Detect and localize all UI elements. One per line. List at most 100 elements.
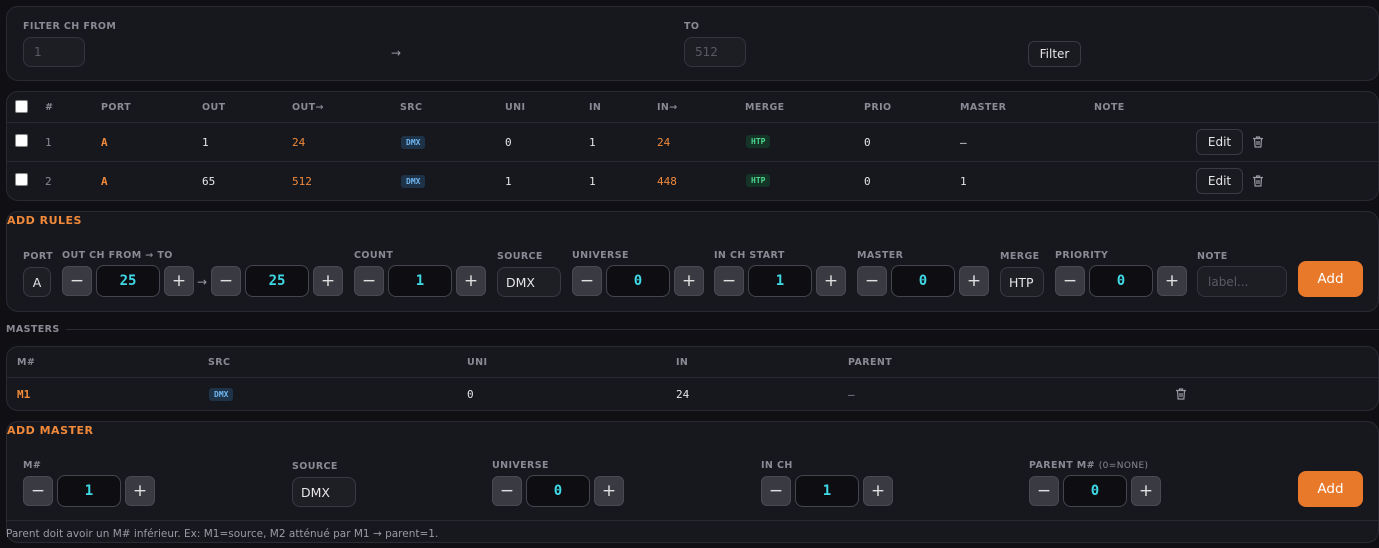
master-minus-button[interactable]: − <box>857 266 887 296</box>
merge-select[interactable]: HTP <box>1000 267 1044 297</box>
priority-plus-button[interactable]: + <box>1157 266 1187 296</box>
masters-section-label: MASTERS <box>6 324 60 335</box>
master-in-ch-plus-button[interactable]: + <box>863 476 893 506</box>
master-universe-minus-button[interactable]: − <box>492 476 522 506</box>
masters-col-uni: UNI <box>467 357 488 368</box>
master-source-select[interactable]: DMX <box>292 477 356 507</box>
row-2-merge-badge: HTP <box>746 174 771 187</box>
add-rules-panel <box>6 211 1379 312</box>
priority-minus-button[interactable]: − <box>1055 266 1085 296</box>
col-src: SRC <box>400 102 423 113</box>
row-1-edit-button[interactable]: Edit <box>1196 129 1243 155</box>
out-to-minus-button[interactable]: − <box>211 266 241 296</box>
row-2-out: 65 <box>202 175 216 188</box>
row-1-merge-badge: HTP <box>746 135 771 148</box>
out-to-input[interactable]: 25 <box>245 265 309 297</box>
master-row-1-in: 24 <box>676 388 690 401</box>
row-2-in-to: 448 <box>657 175 677 188</box>
row-2-in: 1 <box>589 175 596 188</box>
out-from-plus-button[interactable]: + <box>164 266 194 296</box>
master-plus-button[interactable]: + <box>959 266 989 296</box>
row-2-edit-button[interactable]: Edit <box>1196 168 1243 194</box>
col-out-to: OUT→ <box>292 102 324 113</box>
table-header-divider <box>7 122 1378 123</box>
col-uni: UNI <box>505 102 526 113</box>
universe-input[interactable]: 0 <box>606 265 670 297</box>
col-prio: PRIO <box>864 102 892 113</box>
parent-minus-button[interactable]: − <box>1029 476 1059 506</box>
master-row-1-src-badge: DMX <box>209 388 234 401</box>
col-port: PORT <box>101 102 132 113</box>
col-num: # <box>45 102 54 113</box>
out-to-plus-button[interactable]: + <box>313 266 343 296</box>
add-master-panel <box>6 421 1379 543</box>
master-in-ch-minus-button[interactable]: − <box>761 476 791 506</box>
row-2-num: 2 <box>45 175 52 188</box>
col-merge: MERGE <box>745 102 785 113</box>
count-minus-button[interactable]: − <box>354 266 384 296</box>
m-number-minus-button[interactable]: − <box>23 476 53 506</box>
master-input[interactable]: 0 <box>891 265 955 297</box>
master-universe-input[interactable]: 0 <box>526 475 590 507</box>
row-1-out: 1 <box>202 136 209 149</box>
port-label: PORT <box>23 251 54 262</box>
filter-arrow: → <box>391 46 402 60</box>
add-rules-title: ADD RULES <box>7 214 82 227</box>
trash-icon[interactable] <box>1174 387 1188 401</box>
priority-label: PRIORITY <box>1055 250 1109 261</box>
row-1-port: A <box>101 136 108 149</box>
count-plus-button[interactable]: + <box>456 266 486 296</box>
universe-minus-button[interactable]: − <box>572 266 602 296</box>
row-1-in-to: 24 <box>657 136 671 149</box>
master-universe-plus-button[interactable]: + <box>594 476 624 506</box>
col-master: MASTER <box>960 102 1007 113</box>
m-number-input[interactable]: 1 <box>57 475 121 507</box>
row-2-out-to: 512 <box>292 175 312 188</box>
master-row-1-uni: 0 <box>467 388 474 401</box>
m-number-plus-button[interactable]: + <box>125 476 155 506</box>
row-1-num: 1 <box>45 136 52 149</box>
parent-plus-button[interactable]: + <box>1131 476 1161 506</box>
masters-table <box>6 346 1379 411</box>
select-all-checkbox[interactable] <box>15 100 28 113</box>
universe-plus-button[interactable]: + <box>674 266 704 296</box>
count-input[interactable]: 1 <box>388 265 452 297</box>
col-out: OUT <box>202 102 226 113</box>
trash-icon[interactable] <box>1251 174 1265 188</box>
trash-icon[interactable] <box>1251 135 1265 149</box>
masters-divider <box>66 329 1379 330</box>
master-universe-label: UNIVERSE <box>492 460 549 471</box>
note-label: NOTE <box>1197 251 1228 262</box>
master-row-1-parent: – <box>848 388 855 401</box>
port-select[interactable]: A <box>23 267 51 297</box>
col-note: NOTE <box>1094 102 1125 113</box>
col-in-to: IN→ <box>657 102 678 113</box>
priority-input[interactable]: 0 <box>1089 265 1153 297</box>
note-input[interactable]: label... <box>1197 266 1287 297</box>
master-in-ch-label: IN CH <box>761 460 793 471</box>
filter-button[interactable]: Filter <box>1028 41 1081 67</box>
in-start-input[interactable]: 1 <box>748 265 812 297</box>
parent-input[interactable]: 0 <box>1063 475 1127 507</box>
filter-from-input[interactable]: 1 <box>23 37 85 67</box>
source-select[interactable]: DMX <box>497 267 561 297</box>
filter-to-input[interactable]: 512 <box>684 37 746 67</box>
in-start-plus-button[interactable]: + <box>816 266 846 296</box>
add-rule-button[interactable]: Add <box>1298 261 1363 297</box>
out-from-input[interactable]: 25 <box>96 265 160 297</box>
out-from-minus-button[interactable]: − <box>62 266 92 296</box>
add-master-button[interactable]: Add <box>1298 471 1363 507</box>
master-in-ch-input[interactable]: 1 <box>795 475 859 507</box>
row-2-uni: 1 <box>505 175 512 188</box>
parent-label: PARENT M# (0=NONE) <box>1029 460 1148 471</box>
parent-label-text: PARENT M# <box>1029 460 1095 471</box>
source-label: SOURCE <box>497 251 543 262</box>
row-1-uni: 0 <box>505 136 512 149</box>
in-start-minus-button[interactable]: − <box>714 266 744 296</box>
row-2-checkbox[interactable] <box>15 173 28 186</box>
masters-header-divider <box>7 377 1378 378</box>
masters-col-in: IN <box>676 357 689 368</box>
col-in: IN <box>589 102 602 113</box>
row-1-checkbox[interactable] <box>15 134 28 147</box>
out-range-label: OUT CH FROM → TO <box>62 250 173 261</box>
